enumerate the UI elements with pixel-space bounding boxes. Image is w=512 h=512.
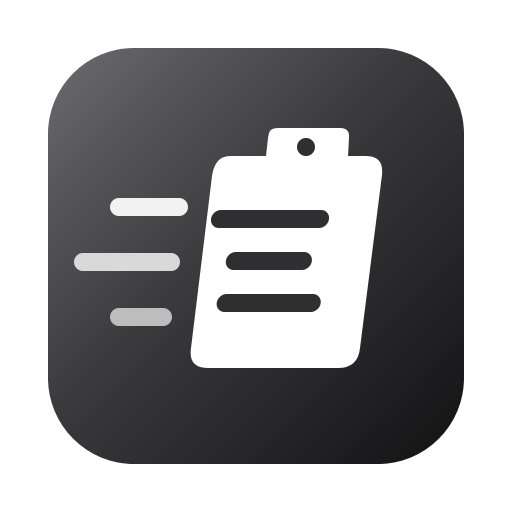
motion-line-middle	[74, 253, 180, 271]
app-icon-canvas	[0, 0, 512, 512]
clipboard-clip-hole	[297, 138, 315, 156]
clipboard-line-1	[210, 210, 330, 228]
app-icon	[48, 48, 464, 464]
clipboard-icon	[190, 128, 383, 368]
clipboard-line-2	[225, 252, 312, 270]
motion-line-top	[110, 198, 188, 216]
app-icon-graphic	[48, 48, 464, 464]
motion-line-bottom	[110, 308, 172, 326]
clipboard-line-3	[216, 294, 321, 312]
